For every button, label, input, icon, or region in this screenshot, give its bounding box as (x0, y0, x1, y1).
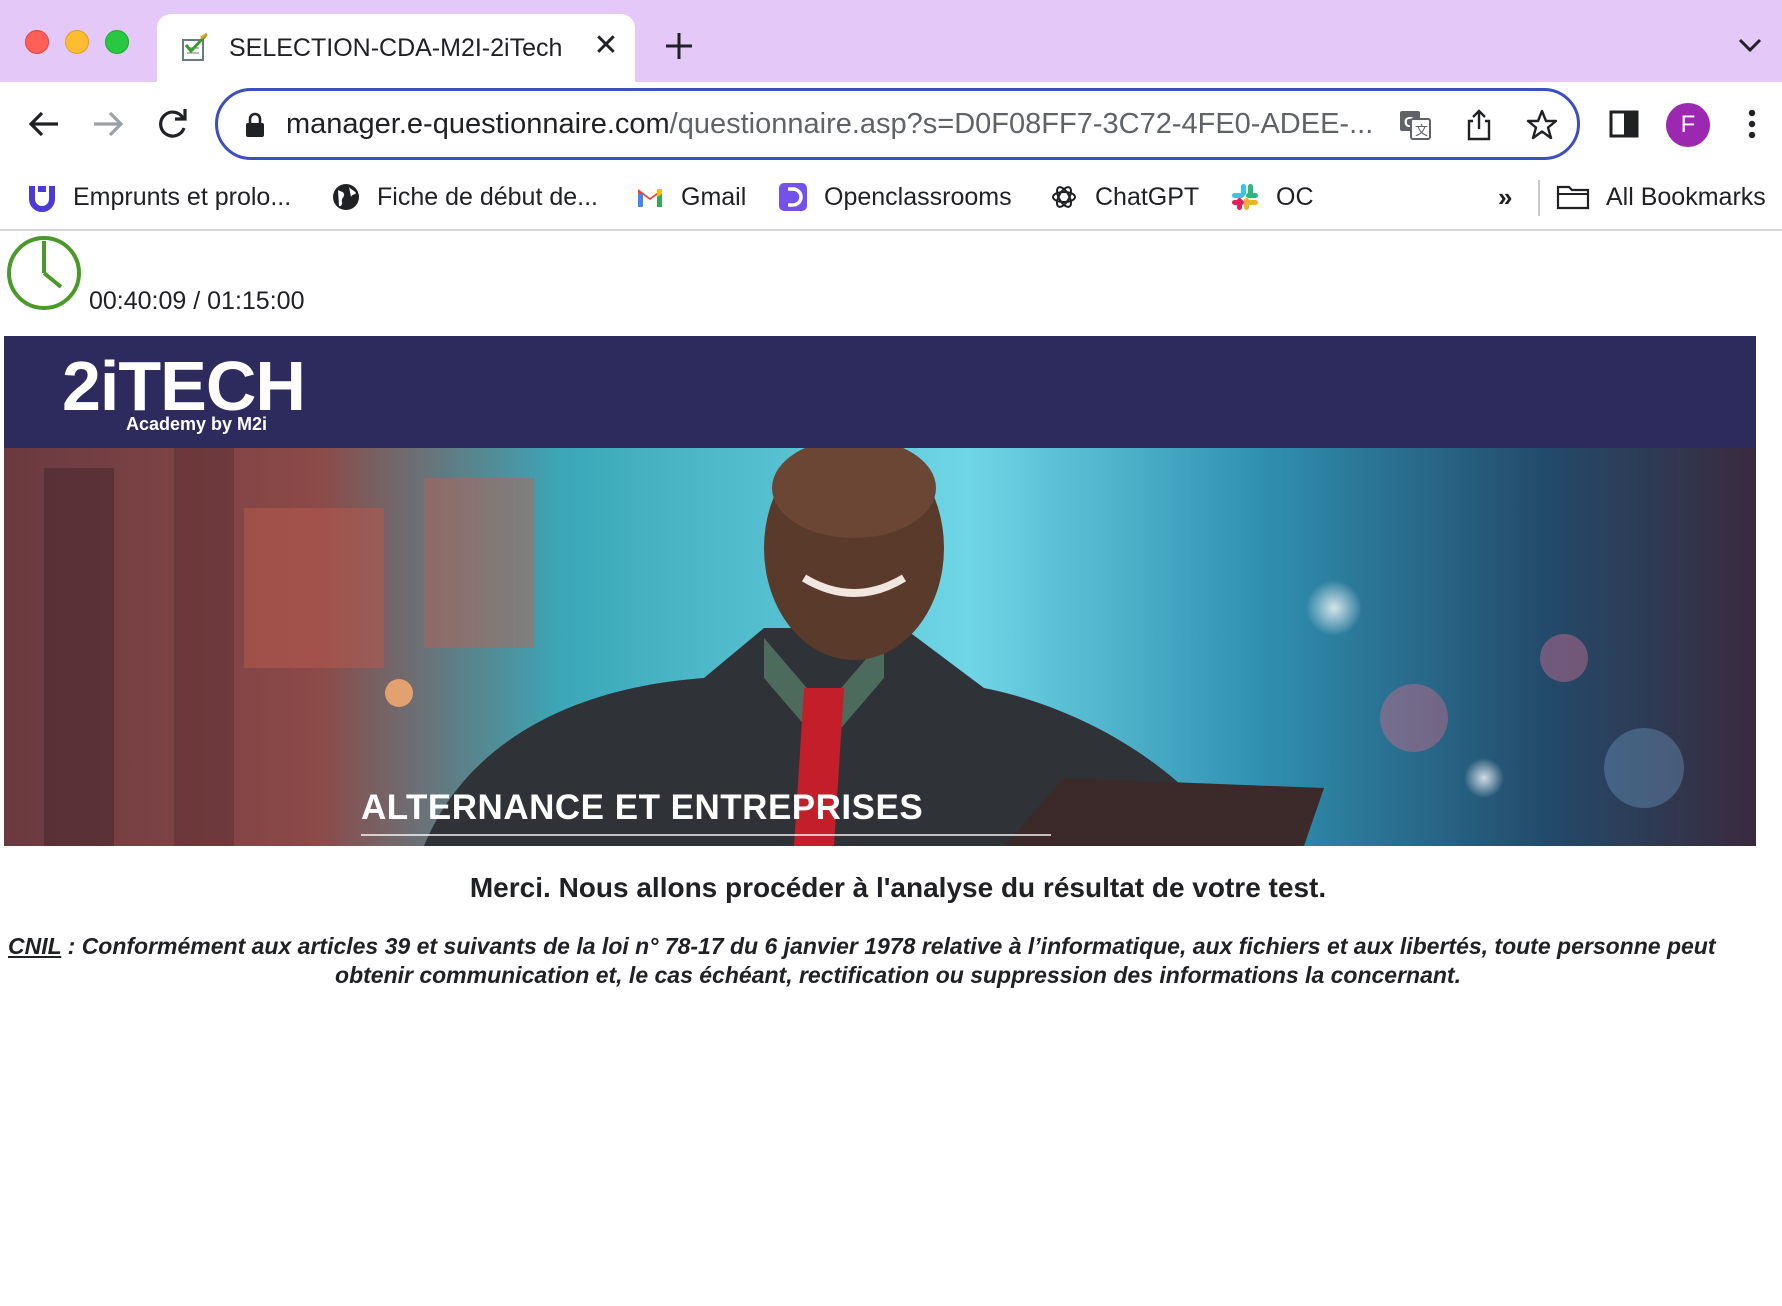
bookmark-label: Openclassrooms (824, 182, 1012, 211)
tab-close-icon[interactable]: ✕ (591, 31, 621, 61)
bookmark-label: OC (1276, 182, 1314, 211)
u-shape-icon (29, 186, 55, 212)
tab-search-chevron-down-icon[interactable] (1736, 34, 1764, 56)
bookmark-label: Gmail (681, 182, 747, 211)
bookmark-label: Fiche de début de... (377, 182, 598, 211)
bookmark-emprunts[interactable]: Emprunts et prolo... (27, 177, 291, 217)
timer-readout: 00:40:09 / 01:15:00 (89, 287, 305, 315)
gmail-icon (638, 189, 662, 207)
banner-caption-underline (361, 834, 1051, 836)
bookmark-chatgpt[interactable]: ChatGPT (1049, 177, 1199, 217)
timer-clock-icon (7, 236, 81, 310)
slack-icon (1232, 184, 1258, 210)
tab-strip: SELECTION-CDA-M2I-2iTech ✕ (0, 0, 1782, 82)
bookmarks-bar: Emprunts et prolo... Fiche de début de..… (0, 166, 1782, 231)
side-panel-icon[interactable] (1604, 104, 1644, 144)
bookmark-oc[interactable]: OC (1230, 177, 1314, 217)
banner-header-band: 2iTECH Academy by M2i (4, 336, 1756, 448)
reload-icon[interactable] (150, 102, 194, 146)
active-tab[interactable]: SELECTION-CDA-M2I-2iTech ✕ (157, 14, 635, 82)
all-bookmarks-folder[interactable]: All Bookmarks (1556, 177, 1766, 217)
bookmark-label: Emprunts et prolo... (73, 182, 292, 211)
bookmark-fiche[interactable]: Fiche de début de... (331, 177, 598, 217)
folder-icon (1556, 185, 1590, 210)
bookmarks-divider (1538, 180, 1540, 216)
address-bar[interactable]: manager.e-questionnaire.com/questionnair… (215, 88, 1580, 160)
bookmark-label: ChatGPT (1095, 182, 1200, 211)
share-icon[interactable] (1462, 108, 1496, 142)
openclassrooms-icon (779, 183, 807, 211)
profile-avatar[interactable]: F (1666, 103, 1710, 147)
tab-title: SELECTION-CDA-M2I-2iTech (229, 34, 563, 62)
forward-arrow-icon[interactable] (86, 102, 130, 146)
all-bookmarks-label: All Bookmarks (1606, 182, 1766, 211)
url-path: /questionnaire.asp?s=D0F08FF7-3C72-4FE0-… (669, 108, 1374, 140)
back-arrow-icon[interactable] (22, 102, 66, 146)
logo-tagline: Academy by M2i (126, 414, 268, 434)
cnil-notice: CNIL : Conformément aux articles 39 et s… (0, 932, 1782, 990)
lock-icon[interactable] (244, 111, 266, 139)
more-vertical-icon[interactable] (1732, 104, 1772, 144)
cnil-link[interactable]: CNIL (8, 933, 61, 959)
globe-icon (333, 184, 359, 210)
cnil-line-2: obtenir communication et, le cas échéant… (335, 962, 1461, 988)
thanks-message: Merci. Nous allons procéder à l'analyse … (469, 872, 1327, 903)
minimize-window-button[interactable] (65, 30, 89, 54)
browser-toolbar: manager.e-questionnaire.com/questionnair… (0, 82, 1782, 166)
fullscreen-window-button[interactable] (105, 30, 129, 54)
header-banner: 2iTECH Academy by M2i ALTERNANCE ET ENTR… (4, 336, 1756, 846)
url-host: manager.e-questionnaire.com (286, 108, 670, 140)
bookmark-star-icon[interactable] (1525, 108, 1559, 142)
new-tab-plus-icon[interactable] (661, 28, 697, 64)
translate-icon[interactable]: G 文 (1398, 108, 1432, 142)
banner-caption: ALTERNANCE ET ENTREPRISES (361, 788, 924, 827)
bookmark-openclassrooms[interactable]: Openclassrooms (778, 177, 1012, 217)
checklist-favicon-icon (182, 32, 208, 61)
banner-photo (4, 448, 1756, 846)
bookmarks-overflow-chevron[interactable]: » (1498, 182, 1512, 213)
cnil-line-1: : Conformément aux articles 39 et suivan… (61, 933, 1716, 959)
url-text: manager.e-questionnaire.com/questionnair… (286, 108, 1373, 141)
chatgpt-icon (1052, 186, 1076, 208)
svg-text:文: 文 (1415, 124, 1428, 139)
close-window-button[interactable] (25, 30, 49, 54)
bookmark-gmail[interactable]: Gmail (635, 177, 746, 217)
